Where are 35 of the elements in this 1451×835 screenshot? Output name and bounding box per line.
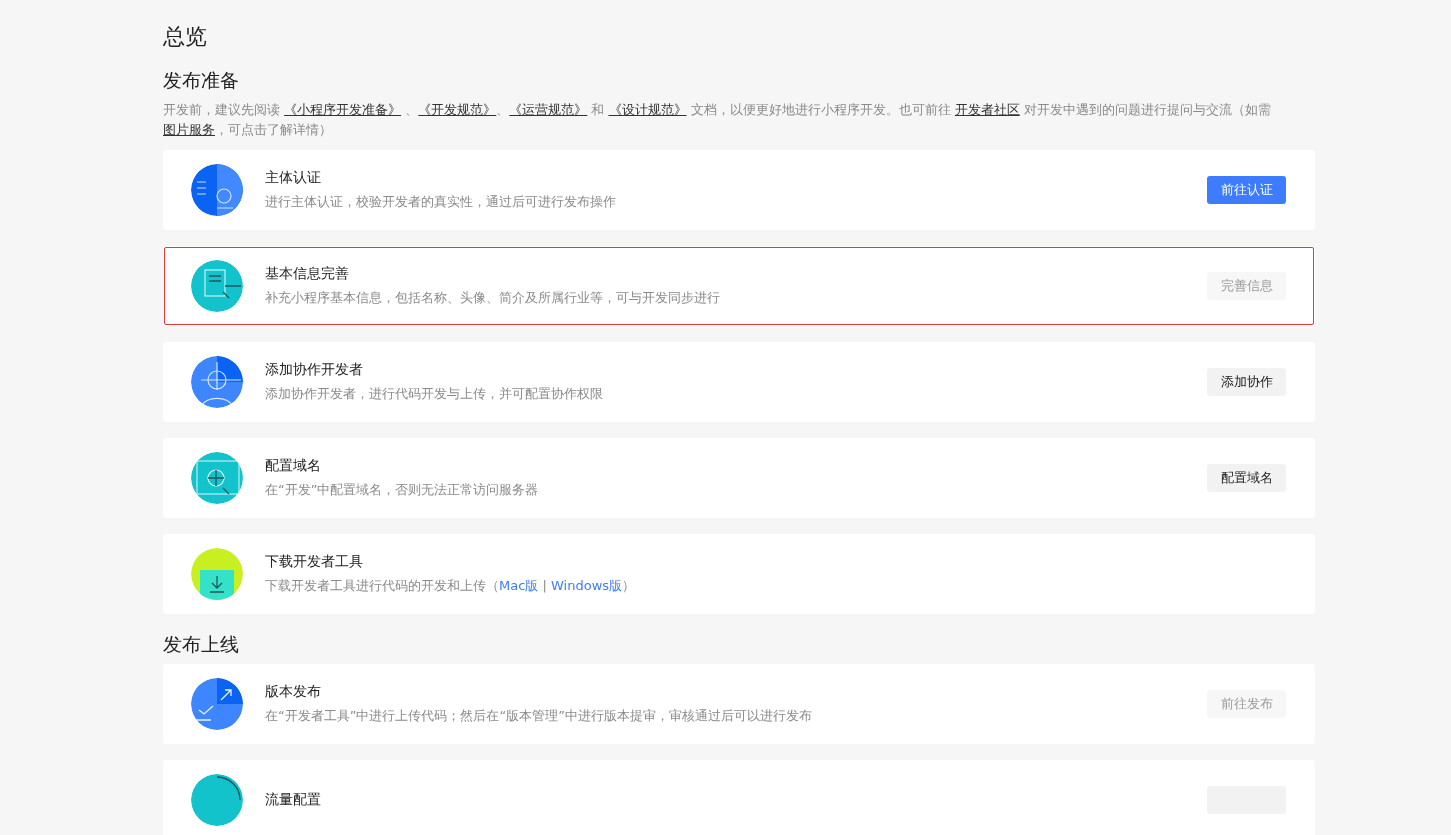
task-title: 下载开发者工具 [265,553,364,571]
task-icon [191,678,243,730]
download-link[interactable]: Windows版 [551,578,623,593]
doc-link[interactable]: 《运营规范》 [509,102,588,117]
doc-link[interactable]: 《开发规范》 [418,102,497,117]
task-title: 版本发布 [265,683,322,701]
task-description: 进行主体认证，校验开发者的真实性，通过后可进行发布操作 [265,193,617,211]
section-title: 发布准备 [163,68,240,93]
section-title: 发布上线 [163,632,240,657]
task-icon [191,774,243,826]
doc-link[interactable]: 开发者社区 [954,102,1020,117]
task-title: 添加协作开发者 [265,361,364,379]
task-description: 在“开发”中配置域名，否则无法正常访问服务器 [265,481,540,499]
task-title: 基本信息完善 [265,265,350,283]
task-icon [191,164,243,216]
task-icon [191,260,243,312]
action-button[interactable]: 前往认证 [1207,176,1286,204]
task-description: 在“开发者工具”中进行上传代码；然后在“版本管理”中进行版本提审，审核通过后可以进行发布 [265,707,813,725]
doc-link[interactable]: 《设计规范》 [608,102,687,117]
task-title: 主体认证 [265,169,322,187]
page-title: 总览 [163,23,208,51]
task-title: 流量配置 [265,791,322,809]
task-icon [191,452,243,504]
action-button[interactable]: 配置域名 [1207,464,1286,492]
task-description: 补充小程序基本信息，包括名称、头像、简介及所属行业等，可与开发同步进行 [265,289,721,307]
doc-link[interactable]: 《小程序开发准备》 [284,102,402,117]
doc-link[interactable]: 图片服务 [163,122,215,137]
task-icon [191,548,243,600]
task-description: 添加协作开发者，进行代码开发与上传，并可配置协作权限 [265,385,604,403]
download-link[interactable]: Mac版 [499,578,539,593]
task-title: 配置域名 [265,457,322,475]
intro-paragraph: 开发前，建议先阅读 《小程序开发准备》 、《开发规范》、《运营规范》 和 《设计规范》 文档，以便更好地进行小程序开发。也可前往 开发者社区 对开发中遇到的问题进行提问与交流（如需 图片服务，可点击了解详情） [163,101,1272,139]
task-description: 下载开发者工具进行代码的开发和上传（Mac版 | Windows版） [265,577,637,595]
task-icon [191,356,243,408]
action-button[interactable]: 添加协作 [1207,368,1286,396]
